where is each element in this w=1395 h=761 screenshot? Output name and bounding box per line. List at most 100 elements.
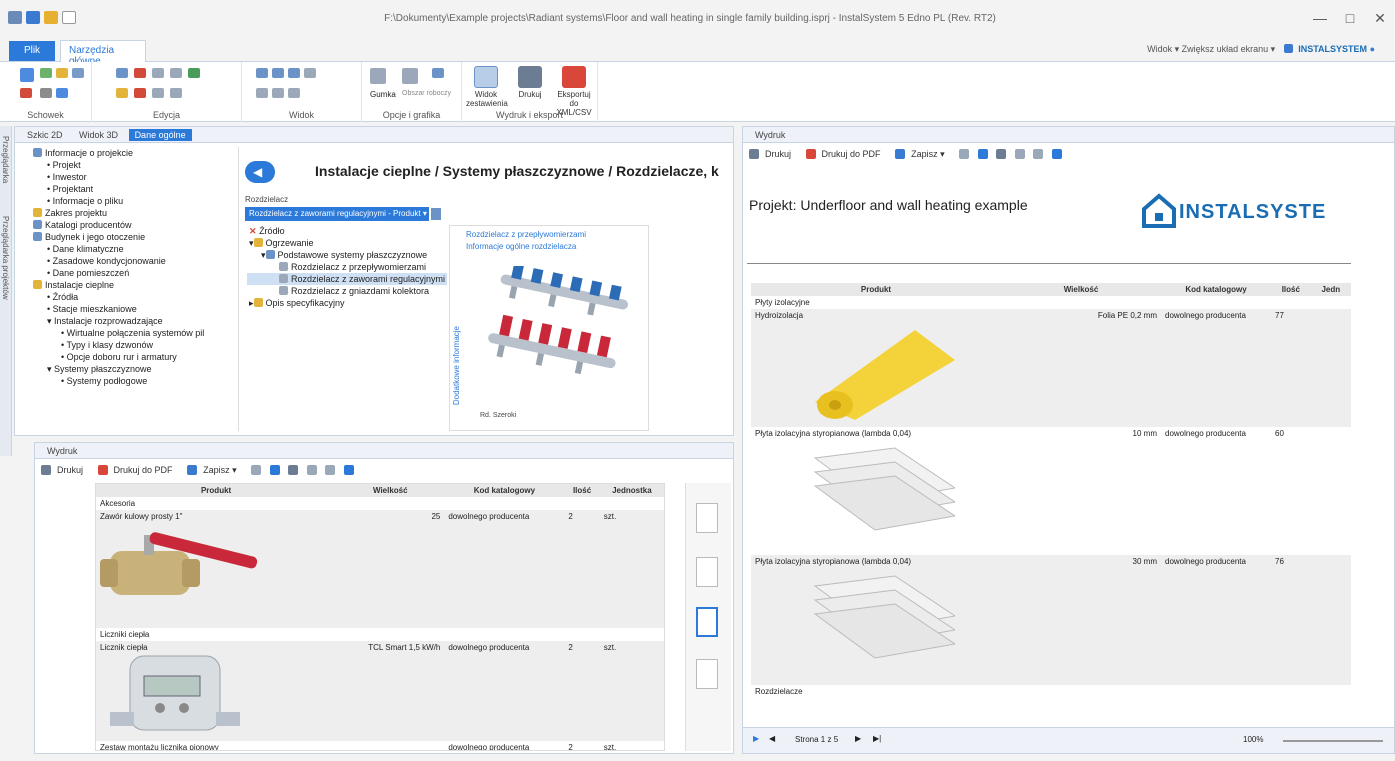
area-label[interactable]: Obszar roboczy <box>402 90 451 97</box>
pdf-btn[interactable]: Drukuj do PDF <box>97 465 179 475</box>
tab-sketch-2d[interactable]: Szkic 2D <box>21 129 69 141</box>
vtab-project-browser[interactable]: Przeglądarka projektów <box>1 216 10 300</box>
info-link[interactable]: Rozdzielacz z przepływomierzami <box>466 230 586 239</box>
tree-item[interactable]: ▾ Podstawowe systemy płaszczyznowe <box>247 249 447 261</box>
tree-item[interactable]: • Dane klimatyczne <box>21 243 238 255</box>
tree-item-selected[interactable]: Rozdzielacz z zaworami regulacyjnymi <box>247 273 447 285</box>
graphics-icon[interactable] <box>402 68 418 84</box>
first-page-icon[interactable] <box>959 149 970 159</box>
tree-item[interactable]: Informacje o projekcie <box>21 147 238 159</box>
rubber-label[interactable]: Gumka <box>370 90 396 99</box>
rotate-icon[interactable] <box>170 68 182 78</box>
tree-item[interactable]: Budynek i jego otoczenie <box>21 231 238 243</box>
print-btn[interactable]: Drukuj <box>749 149 797 159</box>
page-view-icon[interactable] <box>977 149 988 159</box>
tree-item[interactable]: Zakres projektu <box>21 207 238 219</box>
tree-item[interactable]: • Typy i klasy dzwonów <box>21 339 238 351</box>
undo-icon[interactable] <box>20 88 32 98</box>
user-icon[interactable] <box>1283 44 1293 53</box>
copy-icon[interactable] <box>40 68 52 78</box>
new-icon[interactable] <box>62 11 76 24</box>
tree-item[interactable]: Rozdzielacz z gniazdami kolektora <box>247 285 447 297</box>
page-thumbnail[interactable] <box>696 659 718 689</box>
format-icon[interactable] <box>72 68 84 78</box>
save-btn[interactable]: Zapisz ▾ <box>895 149 951 159</box>
tree-item[interactable]: Rozdzielacz z przepływomierzami <box>247 261 447 273</box>
tree-item[interactable]: ▾ Ogrzewanie <box>247 237 447 249</box>
distributor-select[interactable]: Rozdzielacz z zaworami regulacyjnymi - P… <box>245 207 429 221</box>
info-link[interactable]: Informacje ogólne rozdzielacza <box>466 242 576 251</box>
view-icon[interactable] <box>288 88 300 98</box>
tree-item[interactable]: ✕ Źródło <box>247 225 447 237</box>
view-links[interactable]: Widok ▾ Zwiększ układ ekranu ▾ <box>1147 44 1275 54</box>
page-view-icon[interactable] <box>269 465 280 475</box>
tree-item[interactable]: • Dane pomieszczeń <box>21 267 238 279</box>
top-right-links[interactable]: Widok ▾ Zwiększ układ ekranu ▾ INSTALSYS… <box>1147 44 1375 55</box>
fit-icon[interactable] <box>343 465 354 475</box>
fit-icon[interactable] <box>1051 149 1062 159</box>
tree-item[interactable]: • Projekt <box>21 159 238 171</box>
tree-item[interactable]: • Wirtualne połączenia systemów pil <box>21 327 238 339</box>
page-thumbnail[interactable] <box>696 557 718 587</box>
redo-icon[interactable] <box>40 88 52 98</box>
move-icon[interactable] <box>152 68 164 78</box>
save-btn[interactable]: Zapisz ▾ <box>187 465 243 475</box>
tree-item[interactable]: ▸ Opis specyfikacyjny <box>247 297 447 309</box>
binoculars-icon[interactable] <box>996 149 1007 159</box>
binoculars-icon[interactable] <box>288 465 299 475</box>
print-button[interactable]: Drukuj <box>510 66 550 106</box>
edit-icon[interactable] <box>431 208 441 220</box>
prev-page-button[interactable]: ◀ <box>769 734 775 743</box>
paste-icon[interactable] <box>20 68 34 82</box>
pdf-btn[interactable]: Drukuj do PDF <box>805 149 887 159</box>
help-icon[interactable]: ● <box>1370 44 1375 54</box>
export-button[interactable]: Eksportuj do XML/CSV <box>554 66 594 117</box>
layout-icon[interactable] <box>1014 149 1025 159</box>
zoom-slider[interactable] <box>1283 740 1383 742</box>
tree-item[interactable]: • Projektant <box>21 183 238 195</box>
maximize-button[interactable]: □ <box>1340 9 1360 27</box>
preview-button[interactable]: Widok zestawienia <box>466 66 508 108</box>
back-button[interactable]: ◀ <box>245 161 275 183</box>
tree-item[interactable]: • Źródła <box>21 291 238 303</box>
refresh-icon[interactable] <box>272 88 284 98</box>
cut-icon[interactable] <box>56 68 68 78</box>
tree-item[interactable]: • Zasadowe kondycjonowanie <box>21 255 238 267</box>
save-icon[interactable] <box>26 11 40 24</box>
minimize-button[interactable]: — <box>1310 9 1330 27</box>
grid-icon[interactable] <box>325 465 336 475</box>
select-icon[interactable] <box>56 88 68 98</box>
tree-item[interactable]: • Stacje mieszkaniowe <box>21 303 238 315</box>
tree-item[interactable]: • Inwestor <box>21 171 238 183</box>
zoom-in-icon[interactable] <box>256 68 268 78</box>
tree-item[interactable]: • Systemy podłogowe <box>21 375 238 387</box>
tab-view-3d[interactable]: Widok 3D <box>73 129 124 141</box>
page-thumbnail[interactable] <box>696 503 718 533</box>
tool-icon[interactable] <box>116 88 128 98</box>
zoom-out-icon[interactable] <box>272 68 284 78</box>
tab-file[interactable]: Plik <box>9 41 55 61</box>
tree-item[interactable]: ▾ Instalacje rozprowadzające <box>21 315 238 327</box>
last-page-button[interactable]: ▶| <box>873 734 881 743</box>
pan-icon[interactable] <box>256 88 268 98</box>
vtab-browser[interactable]: Przeglądarka <box>1 136 10 183</box>
layout-icon[interactable] <box>306 465 317 475</box>
tree-item[interactable]: Instalacje cieplne <box>21 279 238 291</box>
mirror-icon[interactable] <box>188 68 200 78</box>
tab-general-data[interactable]: Dane ogólne <box>128 129 192 141</box>
next-page-button[interactable]: ▶ <box>855 734 861 743</box>
delete-icon[interactable] <box>134 68 146 78</box>
group-icon[interactable] <box>170 88 182 98</box>
tab-print[interactable]: Wydruk <box>41 445 83 457</box>
settings-icon[interactable] <box>432 68 444 78</box>
tree-item[interactable]: Katalogi producentów <box>21 219 238 231</box>
remove-icon[interactable] <box>134 88 146 98</box>
zoom-fit-icon[interactable] <box>288 68 300 78</box>
open-icon[interactable] <box>44 11 58 24</box>
tree-item[interactable]: • Opcje doboru rur i armatury <box>21 351 238 363</box>
tree-item[interactable]: • Informacje o pliku <box>21 195 238 207</box>
zoom-window-icon[interactable] <box>304 68 316 78</box>
first-page-button[interactable]: ▶ <box>753 734 759 743</box>
page-thumbnail-active[interactable] <box>696 607 718 637</box>
tab-main[interactable]: Narzędzia główne <box>60 40 146 67</box>
